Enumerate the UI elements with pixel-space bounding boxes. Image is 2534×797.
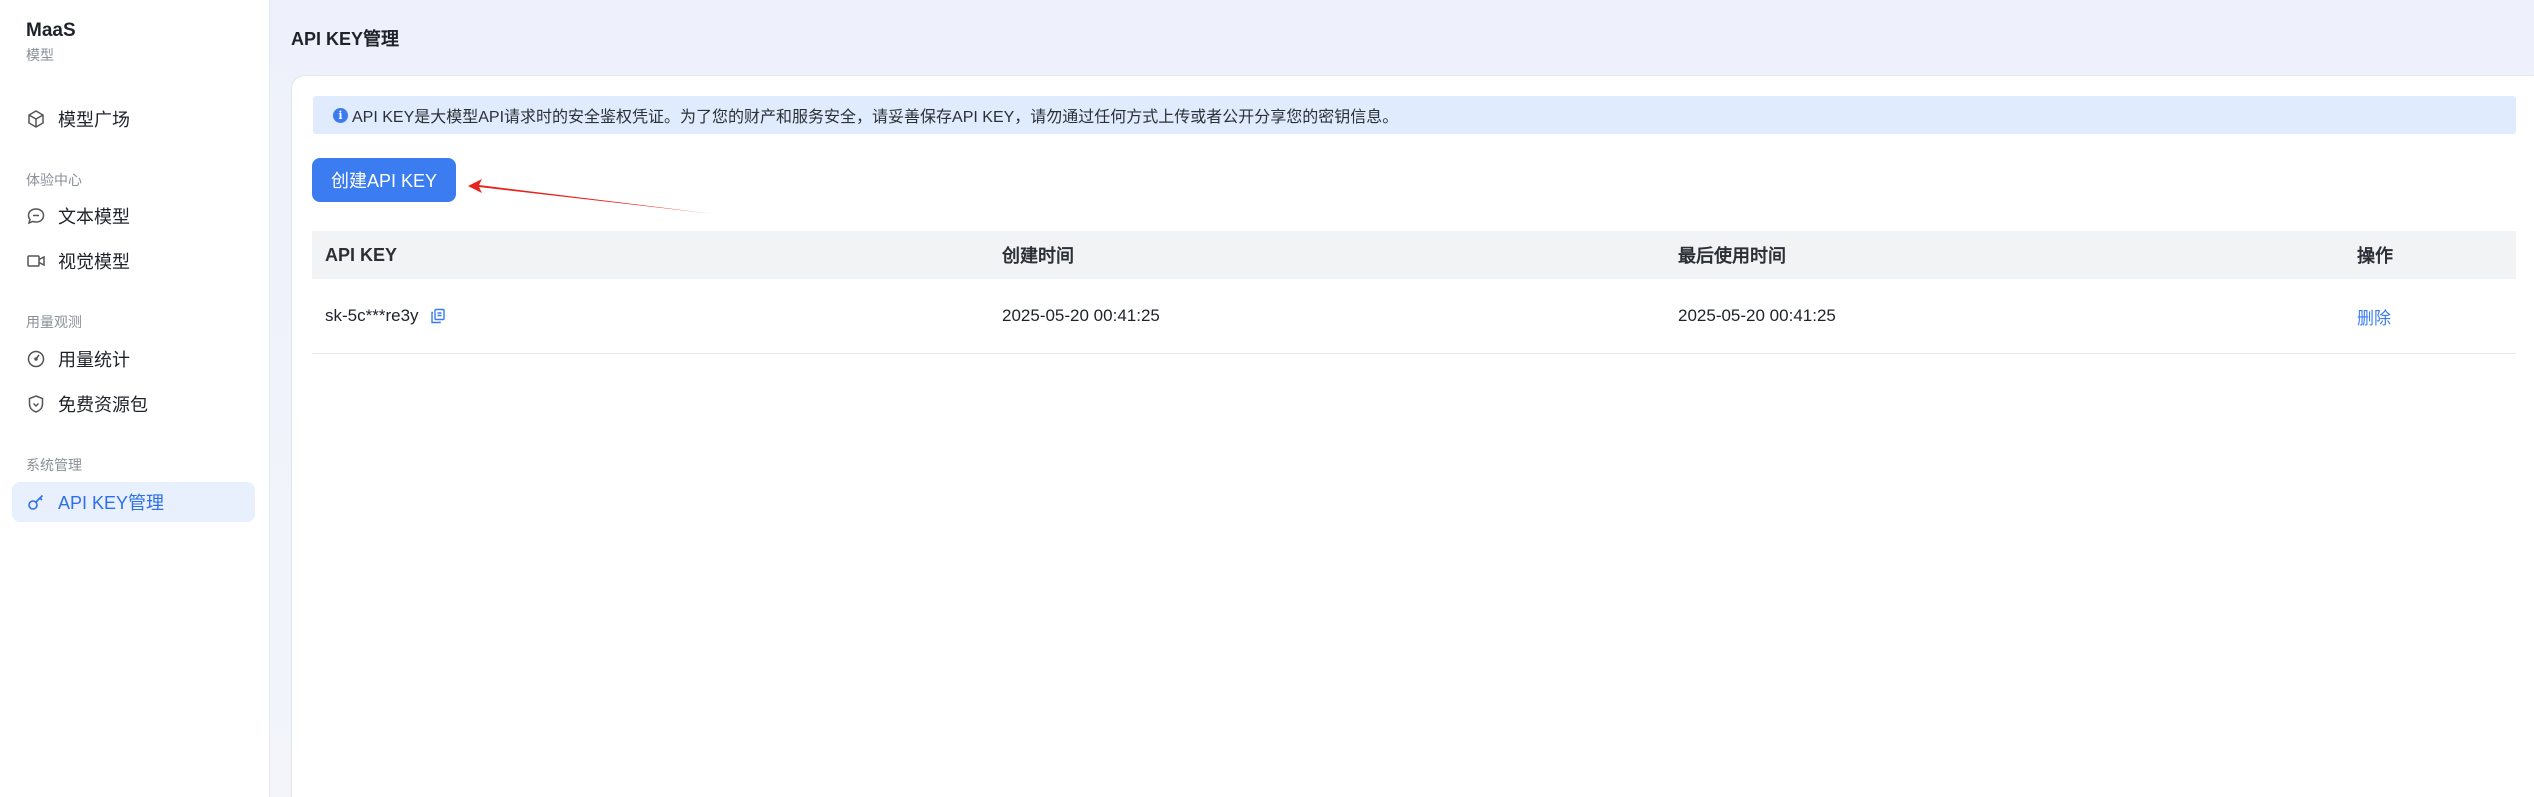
group-title-usage: 用量观测	[26, 314, 82, 330]
last-used-time-cell: 2025-05-20 00:41:25	[1678, 306, 1836, 325]
group-title-experience: 体验中心	[26, 172, 82, 188]
sidebar-item-api-key[interactable]: API KEY管理	[12, 482, 255, 522]
sidebar-item-vision-model[interactable]: 视觉模型	[12, 241, 255, 281]
group-title-model: 模型	[26, 47, 54, 63]
copy-icon[interactable]	[429, 307, 447, 325]
brand-logo: MaaS	[26, 20, 76, 41]
created-time-cell: 2025-05-20 00:41:25	[1002, 306, 1160, 325]
sidebar-item-text-model[interactable]: 文本模型	[12, 196, 255, 236]
sidebar-item-label: 视觉模型	[58, 252, 130, 272]
sidebar-item-label: 模型广场	[58, 110, 130, 130]
column-header-actions: 操作	[2357, 246, 2393, 266]
api-key-card: i API KEY是大模型API请求时的安全鉴权凭证。为了您的财产和服务安全，请…	[291, 75, 2534, 797]
delete-label[interactable]: 删除	[2357, 304, 2391, 329]
group-title-system: 系统管理	[26, 457, 82, 473]
notice-text: API KEY是大模型API请求时的安全鉴权凭证。为了您的财产和服务安全，请妥善…	[352, 109, 1399, 126]
sidebar-item-label: 文本模型	[58, 207, 130, 227]
annotation-arrow-icon	[468, 179, 714, 214]
sidebar-item-label: 免费资源包	[58, 395, 148, 415]
sidebar-item-free-package[interactable]: 免费资源包	[12, 384, 255, 424]
sidebar-item-model-square[interactable]: 模型广场	[12, 99, 255, 139]
table-header: API KEY 创建时间 最后使用时间 操作	[312, 231, 2516, 279]
column-header-last-used: 最后使用时间	[1678, 246, 1786, 266]
sidebar-item-label: 用量统计	[58, 350, 130, 370]
column-header-created: 创建时间	[1002, 246, 1074, 266]
sidebar-item-label: API KEY管理	[58, 493, 165, 513]
main-content: API KEY管理 i API KEY是大模型API请求时的安全鉴权凭证。为了您…	[270, 0, 2534, 797]
table-row: sk-5c***re3y 2025-05-20 00:41:25 2025-05…	[312, 279, 2516, 354]
delete-link[interactable]: 删除	[2357, 279, 2391, 353]
page-title: API KEY管理	[291, 29, 400, 49]
shield-icon	[26, 394, 46, 414]
info-icon: i	[333, 107, 348, 123]
chat-bubble-icon	[26, 206, 46, 226]
sidebar: MaaS 模型 模型广场 体验中心 文本模型 视觉模型 用量观测 用量统计 免费…	[0, 0, 270, 797]
cube-icon	[26, 109, 46, 129]
create-api-key-button[interactable]: 创建API KEY	[312, 158, 456, 202]
api-key-value: sk-5c***re3y	[325, 306, 419, 325]
api-key-table: API KEY 创建时间 最后使用时间 操作 sk-5c***re3y 2025…	[312, 231, 2516, 354]
security-notice: i API KEY是大模型API请求时的安全鉴权凭证。为了您的财产和服务安全，请…	[313, 96, 2516, 134]
api-key-cell: sk-5c***re3y	[325, 279, 447, 353]
video-camera-icon	[26, 251, 46, 271]
column-header-api-key: API KEY	[325, 244, 398, 265]
key-icon	[26, 492, 46, 512]
sidebar-item-usage-stats[interactable]: 用量统计	[12, 339, 255, 379]
gauge-icon	[26, 349, 46, 369]
